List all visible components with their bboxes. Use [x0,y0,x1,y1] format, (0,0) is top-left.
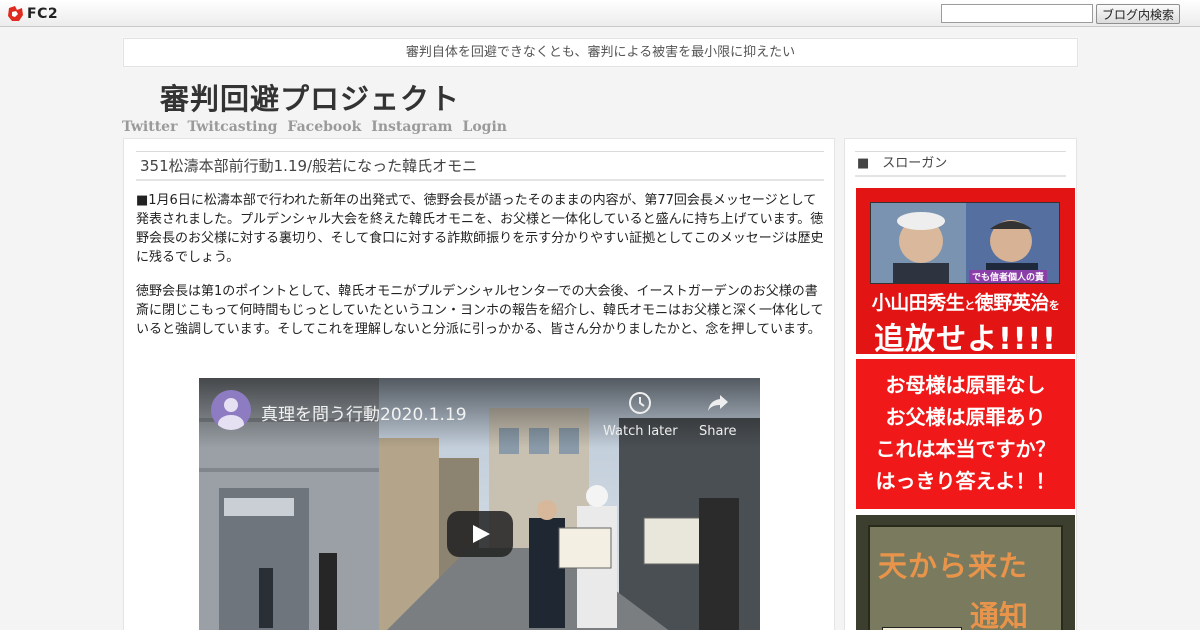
banner-lines: お母様は原罪なし お父様は原罪あり これは本当ですか？ はっきり答えよ！！ [856,369,1075,497]
banner-line: お父様は原罪あり [885,405,1046,429]
blog-search-button[interactable]: ブログ内検索 [1096,4,1180,24]
social-nav: Twitter Twitcasting Facebook Instagram L… [122,119,507,135]
banner-tag: でも信者個人の責 [969,270,1048,283]
post-paragraph: 徳野会長は第1のポイントとして、韓氏オモニがプルデンシャルセンターでの大会後、イ… [136,284,824,337]
banner-book-title-2: 通知 [970,599,1029,630]
banner-names: 小山田秀生と徳野英治を [856,288,1075,315]
nav-link-instagram[interactable]: Instagram [371,119,452,135]
fc2-logo[interactable]: FC2 [7,4,58,23]
nav-link-twitter[interactable]: Twitter [122,119,177,135]
blog-tagline: 審判自体を回避できなくとも、審判による被害を最小限に抑えたい [122,37,1079,68]
banner-particle: を [1048,299,1060,312]
banner-line: これは本当ですか？ [875,437,1056,461]
post-paragraph: ■1月6日に松濤本部で行われた新年の出発式で、徳野会長が語ったそのままの内容が、… [136,193,824,265]
fc2-logo-text: FC2 [27,5,59,22]
post-panel: 351松濤本部前行動1.19/般若になった韓氏オモニ ■1月6日に松濤本部で行わ… [123,138,835,630]
fc2-toolbar: FC2 ブログ内検索 [0,0,1200,27]
share-button[interactable]: Share [699,390,737,439]
slogan-banner-expel[interactable]: でも信者個人の責 小山田秀生と徳野英治を 追放せよ!!!! [856,188,1075,354]
banner-line: はっきり答えよ！！ [875,469,1056,493]
clock-icon [629,392,652,414]
post-body: ■1月6日に松濤本部で行われた新年の出発式で、徳野会長が語ったそのままの内容が、… [136,191,824,354]
banner-line: お母様は原罪なし [885,373,1046,397]
banner-name-2: 徳野英治 [974,292,1050,314]
banner-book-cover: 天から来た 通知 [868,525,1063,630]
video-title[interactable]: 真理を問う行動2020.1.19 [261,400,467,425]
sidebar: ■ スローガン でも信者個人の責 小山田秀生と徳野英治を 追放せよ!!!! お母… [844,138,1077,630]
share-arrow-icon [707,395,728,411]
share-label: Share [699,424,737,439]
nav-link-twitcasting[interactable]: Twitcasting [187,119,277,135]
play-button-icon[interactable] [447,511,513,557]
channel-avatar-icon[interactable] [211,390,251,430]
banner-book-title-1: 天から来た [878,549,1029,583]
blog-search-input[interactable] [941,4,1093,23]
youtube-embed[interactable]: 真理を問う行動2020.1.19 Watch later Share [199,378,760,630]
watch-later-button[interactable]: Watch later [603,390,678,439]
banner-name-1: 小山田秀生 [871,292,965,314]
post-title[interactable]: 351松濤本部前行動1.19/般若になった韓氏オモニ [136,151,824,181]
banner-conj: と [964,299,975,312]
nav-link-facebook[interactable]: Facebook [287,119,361,135]
slogan-banner-original-sin[interactable]: お母様は原罪なし お父様は原罪あり これは本当ですか？ はっきり答えよ！！ [856,359,1075,509]
banner-headline: 追放せよ!!!! [874,322,1057,354]
site-title[interactable]: 審判回避プロジェクト [160,76,460,118]
watch-later-label: Watch later [603,424,678,439]
sidebar-heading-slogan: ■ スローガン [855,151,1066,177]
nav-link-login[interactable]: Login [462,119,506,135]
slogan-banner-notice[interactable]: 天から来た 通知 [856,515,1075,630]
fc2-logo-icon [8,5,23,21]
